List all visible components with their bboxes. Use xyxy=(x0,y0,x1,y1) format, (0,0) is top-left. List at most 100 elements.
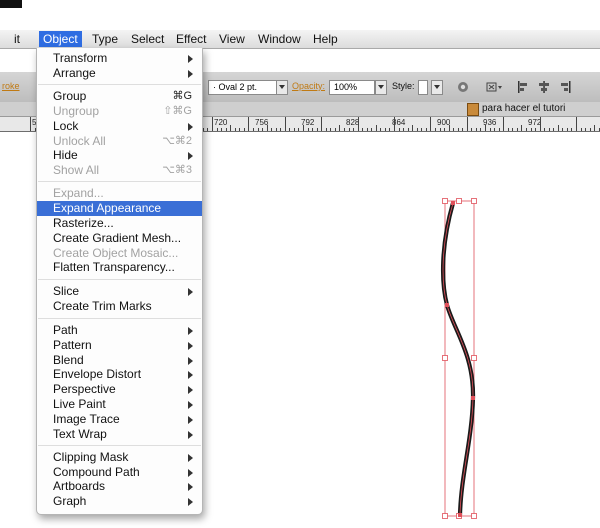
ruler-tick xyxy=(285,117,286,131)
menu-item-image-trace[interactable]: Image Trace xyxy=(37,412,202,427)
menu-help[interactable]: Help xyxy=(309,31,342,47)
ruler-tick xyxy=(412,125,413,131)
menu-separator xyxy=(38,279,201,280)
ruler-tick xyxy=(535,128,536,131)
menu-separator xyxy=(38,181,201,182)
ruler-tick xyxy=(376,125,377,131)
object-menu-dropdown: Transform Arrange Group ⌘G Ungroup ⇧⌘G Loc… xyxy=(36,48,203,515)
menu-view[interactable]: View xyxy=(215,31,249,47)
ruler-tick xyxy=(417,128,418,131)
align-to-icon[interactable] xyxy=(486,81,504,93)
ruler-label: 720 xyxy=(214,118,228,127)
align-right-icon[interactable] xyxy=(559,81,571,93)
ruler-tick xyxy=(476,128,477,131)
menu-select[interactable]: Select xyxy=(127,31,168,47)
menu-item-ungroup[interactable]: Ungroup ⇧⌘G xyxy=(37,104,202,119)
chevron-right-icon xyxy=(188,454,193,462)
chevron-right-icon xyxy=(188,288,193,296)
align-center-icon[interactable] xyxy=(538,81,550,93)
menu-item-show-all[interactable]: Show All ⌥⌘3 xyxy=(37,163,202,178)
menu-window[interactable]: Window xyxy=(254,31,305,47)
align-left-icon[interactable] xyxy=(517,81,529,93)
chevron-right-icon xyxy=(188,342,193,350)
ruler-tick xyxy=(399,128,400,131)
menu-item-expand-appearance[interactable]: Expand Appearance xyxy=(37,201,202,216)
menu-item-group[interactable]: Group ⌘G xyxy=(37,89,202,104)
opacity-field[interactable]: 100% xyxy=(329,80,375,95)
ruler-tick xyxy=(480,128,481,131)
menu-item-slice[interactable]: Slice xyxy=(37,284,202,299)
menu-item-pattern[interactable]: Pattern xyxy=(37,338,202,353)
menu-item-lock[interactable]: Lock xyxy=(37,119,202,134)
menu-item-text-wrap[interactable]: Text Wrap xyxy=(37,427,202,442)
ruler-tick xyxy=(207,128,208,131)
ruler-tick xyxy=(394,117,395,131)
ruler-tick xyxy=(280,128,281,131)
opacity-dropdown-button[interactable] xyxy=(375,80,387,95)
profile-dropdown-button[interactable] xyxy=(276,80,288,95)
shortcut: ⇧⌘G xyxy=(163,105,192,117)
menu-effect[interactable]: Effect xyxy=(172,31,210,47)
ruler-tick xyxy=(262,128,263,131)
chevron-right-icon xyxy=(188,416,193,424)
recolor-artwork-icon[interactable] xyxy=(457,81,469,93)
menu-item-flatten-transparency[interactable]: Flatten Transparency... xyxy=(37,260,202,275)
menu-item-perspective[interactable]: Perspective xyxy=(37,382,202,397)
menu-item-compound-path[interactable]: Compound Path xyxy=(37,465,202,480)
chevron-right-icon xyxy=(188,152,193,160)
menu-type[interactable]: Type xyxy=(88,31,122,47)
ruler-tick xyxy=(203,128,204,131)
ruler-tick xyxy=(585,128,586,131)
anchor-points[interactable] xyxy=(445,201,475,517)
ruler-tick xyxy=(567,128,568,131)
chevron-right-icon xyxy=(188,55,193,63)
menu-item-live-paint[interactable]: Live Paint xyxy=(37,397,202,412)
menu-item-envelope-distort[interactable]: Envelope Distort xyxy=(37,367,202,382)
ruler-tick xyxy=(449,125,450,131)
ruler-tick xyxy=(553,128,554,131)
menu-edit-partial[interactable]: it xyxy=(10,31,24,47)
ruler-tick xyxy=(435,128,436,131)
ruler-tick xyxy=(467,117,468,131)
menu-item-transform[interactable]: Transform xyxy=(37,51,202,66)
menu-object[interactable]: Object xyxy=(39,31,82,47)
menu-item-artboards[interactable]: Artboards xyxy=(37,479,202,494)
opacity-label[interactable]: Opacity: xyxy=(292,81,325,91)
ruler-tick xyxy=(594,125,595,131)
ruler-tick xyxy=(562,128,563,131)
graphic-style-swatch[interactable] xyxy=(418,80,428,95)
graphic-style-dropdown[interactable] xyxy=(431,80,443,95)
menu-item-create-object-mosaic[interactable]: Create Object Mosaic... xyxy=(37,246,202,261)
ruler-tick xyxy=(217,128,218,131)
document-tab-title[interactable]: para hacer el tutori xyxy=(482,103,565,114)
menu-item-create-trim-marks[interactable]: Create Trim Marks xyxy=(37,299,202,314)
stroke-label[interactable]: roke xyxy=(2,81,20,91)
ruler-tick xyxy=(385,128,386,131)
bounding-box-handles[interactable] xyxy=(442,198,477,519)
ruler-tick xyxy=(521,125,522,131)
variable-width-profile-field[interactable]: · Oval 2 pt. xyxy=(208,80,278,95)
style-label: Style: xyxy=(392,81,415,91)
menu-item-create-gradient-mesh[interactable]: Create Gradient Mesh... xyxy=(37,231,202,246)
chevron-right-icon xyxy=(188,327,193,335)
menu-item-unlock-all[interactable]: Unlock All ⌥⌘2 xyxy=(37,134,202,149)
ruler-tick xyxy=(362,128,363,131)
ruler-tick xyxy=(426,128,427,131)
menu-item-hide[interactable]: Hide xyxy=(37,148,202,163)
menu-item-path[interactable]: Path xyxy=(37,323,202,338)
menu-item-expand[interactable]: Expand... xyxy=(37,186,202,201)
ruler-tick xyxy=(212,117,213,131)
menu-item-graph[interactable]: Graph xyxy=(37,494,202,509)
menu-item-blend[interactable]: Blend xyxy=(37,353,202,368)
menu-item-arrange[interactable]: Arrange xyxy=(37,66,202,81)
ruler-tick xyxy=(344,128,345,131)
chevron-right-icon xyxy=(188,371,193,379)
menu-item-clipping-mask[interactable]: Clipping Mask xyxy=(37,450,202,465)
ruler-tick xyxy=(253,128,254,131)
ruler-tick xyxy=(430,117,431,131)
ruler-tick xyxy=(339,125,340,131)
ruler-tick xyxy=(289,128,290,131)
menu-item-rasterize[interactable]: Rasterize... xyxy=(37,216,202,231)
ruler-tick xyxy=(544,128,545,131)
ruler-tick xyxy=(512,128,513,131)
